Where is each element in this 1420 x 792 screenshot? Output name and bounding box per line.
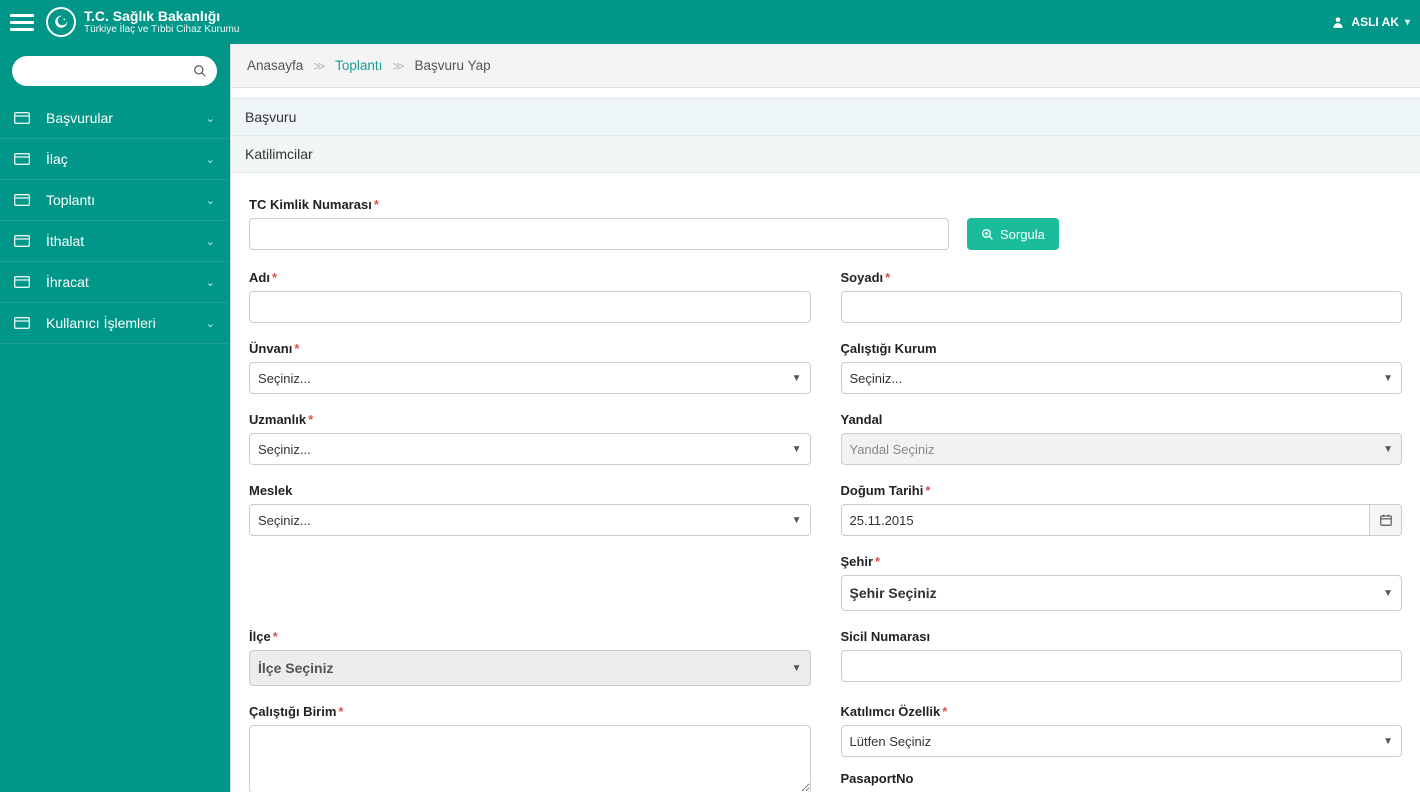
label-dogum: Doğum Tarihi* bbox=[841, 483, 1403, 498]
chevron-down-icon: ⌄ bbox=[206, 194, 215, 207]
unvani-select[interactable]: Seçiniz... ▼ bbox=[249, 362, 811, 394]
sorgula-label: Sorgula bbox=[1000, 227, 1045, 242]
label-sehir: Şehir* bbox=[841, 554, 1403, 569]
birim-textarea[interactable] bbox=[249, 725, 811, 792]
chevron-down-icon: ⌄ bbox=[206, 276, 215, 289]
list-icon bbox=[14, 194, 32, 206]
ilce-select[interactable]: İlçe Seçiniz ▼ bbox=[249, 650, 811, 686]
sidebar-label: Başvurular bbox=[46, 110, 206, 126]
crumb-current: Başvuru Yap bbox=[415, 58, 491, 73]
label-birim: Çalıştığı Birim* bbox=[249, 704, 811, 719]
select-value: İlçe Seçiniz bbox=[258, 660, 333, 676]
select-value: Seçiniz... bbox=[850, 371, 903, 386]
breadcrumb-sep-icon: ≫ bbox=[392, 59, 405, 73]
label-sicil: Sicil Numarası bbox=[841, 629, 1403, 644]
label-ozellik: Katılımcı Özellik* bbox=[841, 704, 1403, 719]
select-value: Seçiniz... bbox=[258, 371, 311, 386]
crumb-toplanti[interactable]: Toplantı bbox=[335, 58, 382, 73]
caret-down-icon: ▼ bbox=[1383, 588, 1393, 599]
search-icon bbox=[193, 64, 207, 78]
sidebar-search[interactable] bbox=[12, 56, 217, 86]
sidebar-label: İhracat bbox=[46, 274, 206, 290]
org-title: T.C. Sağlık Bakanlığı bbox=[84, 9, 239, 24]
list-icon bbox=[14, 317, 32, 329]
list-icon bbox=[14, 112, 32, 124]
label-meslek: Meslek bbox=[249, 483, 811, 498]
crumb-home[interactable]: Anasayfa bbox=[247, 58, 303, 73]
caret-down-icon: ▼ bbox=[1383, 444, 1393, 455]
org-subtitle: Türkiye İlaç ve Tıbbi Cihaz Kurumu bbox=[84, 24, 239, 35]
sehir-select[interactable]: Şehir Seçiniz ▼ bbox=[841, 575, 1403, 611]
top-bar: T.C. Sağlık Bakanlığı Türkiye İlaç ve Tı… bbox=[0, 0, 1420, 44]
sidebar-item-ithalat[interactable]: İthalat ⌄ bbox=[0, 221, 229, 262]
chevron-down-icon: ⌄ bbox=[206, 153, 215, 166]
sidebar-label: İthalat bbox=[46, 233, 206, 249]
caret-down-icon: ▼ bbox=[792, 373, 802, 384]
sidebar-label: Kullanıcı İşlemleri bbox=[46, 315, 206, 331]
sidebar-item-ihracat[interactable]: İhracat ⌄ bbox=[0, 262, 229, 303]
caret-down-icon: ▼ bbox=[1383, 736, 1393, 747]
yandal-select: Yandal Seçiniz ▼ bbox=[841, 433, 1403, 465]
sicil-input[interactable] bbox=[841, 650, 1403, 682]
sidebar-item-kullanici-islemleri[interactable]: Kullanıcı İşlemleri ⌄ bbox=[0, 303, 229, 344]
label-pasaport: PasaportNo bbox=[841, 771, 1403, 786]
label-tc-kimlik: TC Kimlik Numarası* bbox=[249, 197, 949, 212]
label-adi: Adı* bbox=[249, 270, 811, 285]
caret-down-icon: ▼ bbox=[1383, 373, 1393, 384]
label-uzmanlik: Uzmanlık* bbox=[249, 412, 811, 427]
label-ilce: İlçe* bbox=[249, 629, 811, 644]
label-unvani: Ünvanı* bbox=[249, 341, 811, 356]
sidebar-item-toplanti[interactable]: Toplantı ⌄ bbox=[0, 180, 229, 221]
chevron-down-icon: ⌄ bbox=[206, 317, 215, 330]
search-plus-icon bbox=[981, 228, 994, 241]
label-kurum: Çalıştığı Kurum bbox=[841, 341, 1403, 356]
sidebar-item-basvurular[interactable]: Başvurular ⌄ bbox=[0, 98, 229, 139]
soyadi-input[interactable] bbox=[841, 291, 1403, 323]
caret-down-icon: ▼ bbox=[792, 444, 802, 455]
calendar-button[interactable] bbox=[1370, 504, 1402, 536]
breadcrumb: Anasayfa ≫ Toplantı ≫ Başvuru Yap bbox=[231, 44, 1420, 88]
select-value: Şehir Seçiniz bbox=[850, 585, 937, 601]
sidebar-label: İlaç bbox=[46, 151, 206, 167]
sorgula-button[interactable]: Sorgula bbox=[967, 218, 1059, 250]
chevron-down-icon: ⌄ bbox=[206, 235, 215, 248]
sidebar: Başvurular ⌄ İlaç ⌄ Toplantı ⌄ bbox=[0, 44, 230, 792]
select-value: Seçiniz... bbox=[258, 442, 311, 457]
user-icon bbox=[1331, 15, 1345, 29]
label-yandal: Yandal bbox=[841, 412, 1403, 427]
label-soyadi: Soyadı* bbox=[841, 270, 1403, 285]
sidebar-label: Toplantı bbox=[46, 192, 206, 208]
meslek-select[interactable]: Seçiniz... ▼ bbox=[249, 504, 811, 536]
select-value: Seçiniz... bbox=[258, 513, 311, 528]
user-name: ASLI AK bbox=[1351, 15, 1399, 29]
logo-emblem-icon bbox=[46, 7, 76, 37]
panel-title-katilimcilar[interactable]: Katilimcilar bbox=[231, 136, 1420, 173]
select-value: Yandal Seçiniz bbox=[850, 442, 935, 457]
list-icon bbox=[14, 153, 32, 165]
menu-toggle-icon[interactable] bbox=[10, 10, 34, 34]
caret-down-icon: ▾ bbox=[1405, 17, 1410, 28]
dogum-input[interactable] bbox=[841, 504, 1371, 536]
logo: T.C. Sağlık Bakanlığı Türkiye İlaç ve Tı… bbox=[46, 7, 239, 37]
ozellik-select[interactable]: Lütfen Seçiniz ▼ bbox=[841, 725, 1403, 757]
chevron-down-icon: ⌄ bbox=[206, 112, 215, 125]
tc-kimlik-input[interactable] bbox=[249, 218, 949, 250]
panel-title-basvuru[interactable]: Başvuru bbox=[231, 98, 1420, 136]
list-icon bbox=[14, 235, 32, 247]
main-content: Anasayfa ≫ Toplantı ≫ Başvuru Yap Başvur… bbox=[230, 44, 1420, 792]
sidebar-item-ilac[interactable]: İlaç ⌄ bbox=[0, 139, 229, 180]
uzmanlik-select[interactable]: Seçiniz... ▼ bbox=[249, 433, 811, 465]
adi-input[interactable] bbox=[249, 291, 811, 323]
calendar-icon bbox=[1379, 513, 1393, 527]
caret-down-icon: ▼ bbox=[792, 663, 802, 674]
list-icon bbox=[14, 276, 32, 288]
kurum-select[interactable]: Seçiniz... ▼ bbox=[841, 362, 1403, 394]
user-menu[interactable]: ASLI AK ▾ bbox=[1331, 15, 1410, 29]
caret-down-icon: ▼ bbox=[792, 515, 802, 526]
select-value: Lütfen Seçiniz bbox=[850, 734, 932, 749]
breadcrumb-sep-icon: ≫ bbox=[313, 59, 326, 73]
search-input[interactable] bbox=[24, 64, 183, 79]
